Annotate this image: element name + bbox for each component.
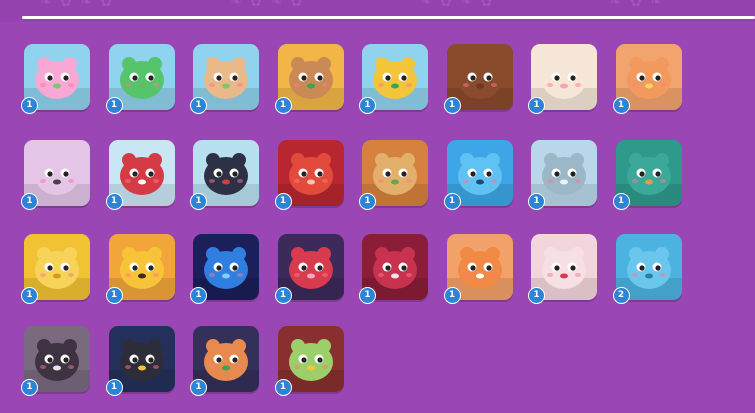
count-badge: 1	[21, 193, 38, 210]
count-badge: 1	[105, 97, 123, 114]
blook-tile-sunflower-bird[interactable]: 1	[105, 234, 175, 304]
count-badge: 1	[190, 193, 207, 210]
blook-tile-leprechaun-bear[interactable]: 1	[274, 44, 344, 114]
blook-tile-llama-glasses[interactable]: 1	[528, 44, 597, 114]
blook-tile-flower-deer[interactable]: 1	[612, 44, 682, 114]
blook-tile-bee-clover[interactable]: 1	[359, 44, 428, 114]
count-badge: 1	[612, 97, 630, 114]
header-pattern: ❧ ✿ ❧	[610, 0, 665, 10]
blook-tile-blue-bear[interactable]: 2	[612, 234, 682, 304]
count-badge: 1	[274, 379, 292, 396]
blook-tile-ninja-cat-space[interactable]: 1	[105, 326, 175, 396]
count-badge: 1	[443, 193, 461, 210]
count-badge: 1	[359, 287, 376, 304]
blook-tile-snowman-sweater[interactable]: 1	[105, 140, 175, 210]
count-badge: 1	[612, 193, 630, 210]
blook-tile-pufferfish[interactable]: 1	[21, 140, 90, 210]
blook-tile-blue-moth[interactable]: 1	[190, 234, 259, 304]
blook-tile-flower-frog[interactable]: 1	[190, 44, 259, 114]
blook-tile-leprechaun-chest[interactable]: 1	[190, 326, 259, 396]
blook-tile-heart-planet[interactable]: 1	[274, 234, 344, 304]
count-badge: 1	[105, 287, 123, 304]
header-pattern: ❧ ✿ ❧ ✿	[40, 0, 115, 10]
count-badge: 1	[21, 379, 38, 396]
blook-tile-bookworm[interactable]: 1	[274, 326, 344, 396]
blook-tile-sandwich[interactable]: 1	[359, 140, 428, 210]
count-badge: 1	[528, 287, 545, 304]
count-badge: 1	[21, 287, 38, 304]
blook-tile-frozen-fish[interactable]: 1	[528, 140, 597, 210]
blook-tile-pink-frog[interactable]: 1	[21, 44, 90, 114]
count-badge: 1	[443, 287, 461, 304]
blook-tile-chocolate-bunny[interactable]: 1	[443, 44, 513, 114]
blook-tile-golden-envelope[interactable]: 1	[21, 234, 90, 304]
header-pattern: ❧ ✿ ❧ ✿	[230, 0, 305, 10]
count-badge: 1	[274, 193, 292, 210]
blook-tile-red-peacock[interactable]: 1	[359, 234, 428, 304]
blook-tile-penguin-hat[interactable]: 1	[190, 140, 259, 210]
blook-tile-fox[interactable]: 1	[443, 234, 513, 304]
blook-tile-platypus[interactable]: 1	[612, 140, 682, 210]
count-badge: 2	[612, 287, 630, 304]
count-badge: 1	[528, 97, 545, 114]
count-badge: 1	[359, 193, 376, 210]
section-divider	[22, 16, 755, 19]
header-pattern: ❧ ✿ ❧ ✿	[420, 0, 495, 10]
count-badge: 1	[105, 379, 123, 396]
blook-tile-bunny-bow[interactable]: 1	[528, 234, 597, 304]
blook-tile-red-crab[interactable]: 1	[274, 140, 344, 210]
blook-tile-green-frog[interactable]: 1	[105, 44, 175, 114]
count-badge: 1	[443, 97, 461, 114]
count-badge: 1	[190, 379, 207, 396]
count-badge: 1	[105, 193, 123, 210]
count-badge: 1	[274, 97, 292, 114]
blook-tile-blue-slime[interactable]: 1	[443, 140, 513, 210]
count-badge: 1	[359, 97, 376, 114]
count-badge: 1	[274, 287, 292, 304]
blook-tile-fish-skeleton-jar[interactable]: 1	[21, 326, 90, 396]
count-badge: 1	[21, 97, 38, 114]
count-badge: 1	[528, 193, 545, 210]
count-badge: 1	[190, 97, 207, 114]
count-badge: 1	[190, 287, 207, 304]
